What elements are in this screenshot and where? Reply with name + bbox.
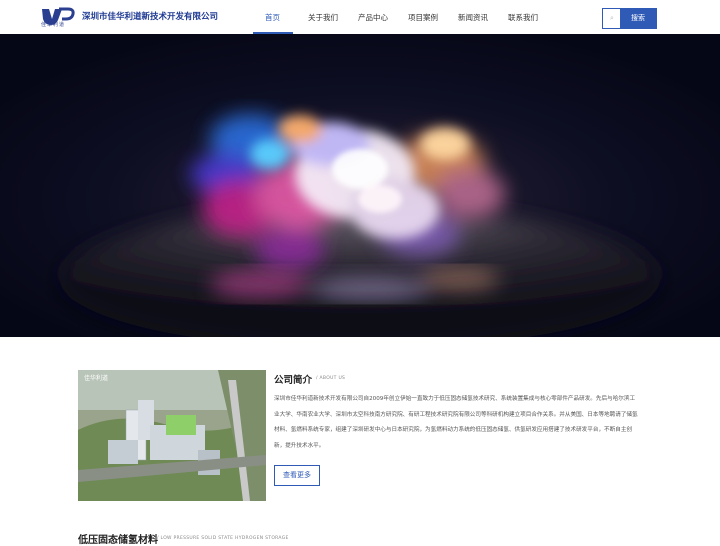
nav-contact[interactable]: 联系我们 [508,12,538,23]
search-button[interactable]: 搜索 [620,9,656,28]
company-building-image: 佳华利道 [78,370,266,501]
logo-text: 佳华利道 [41,22,66,28]
search-box: ⌕ 搜索 [602,8,657,29]
about-section: 佳华利道 公司简介 / ABOUT US 深圳市佳华利道新技术开发有限公司自20… [0,337,720,540]
company-name[interactable]: 深圳市佳华利道新技术开发有限公司 [82,10,218,22]
more-button[interactable]: 查看更多 [274,465,320,486]
about-subtitle: / ABOUT US [316,376,346,381]
image-caption: 佳华利道 [84,374,108,382]
section-subtitle-storage: / LOW PRESSURE SOLID STATE HYDROGEN STOR… [157,536,289,541]
nav-news[interactable]: 新闻资讯 [458,12,488,23]
about-title: 公司简介 [274,375,313,386]
nav-projects[interactable]: 项目案例 [408,12,438,23]
nav-home[interactable]: 首页 [265,12,280,23]
nav-products[interactable]: 产品中心 [358,12,388,23]
section-title-storage: 低压固态储氢材料 [78,535,158,546]
hero-banner [0,34,720,337]
hero-smoke-image [0,34,720,337]
nav-about[interactable]: 关于我们 [308,12,338,23]
about-description: 深圳市佳华利道新技术开发有限公司自2009年创立伊始一直致力于低压固态储氢技术研… [274,396,638,449]
search-icon: ⌕ [610,14,614,22]
header: 佳华利道 深圳市佳华利道新技术开发有限公司 首页 关于我们 产品中心 项目案例 … [0,0,720,34]
